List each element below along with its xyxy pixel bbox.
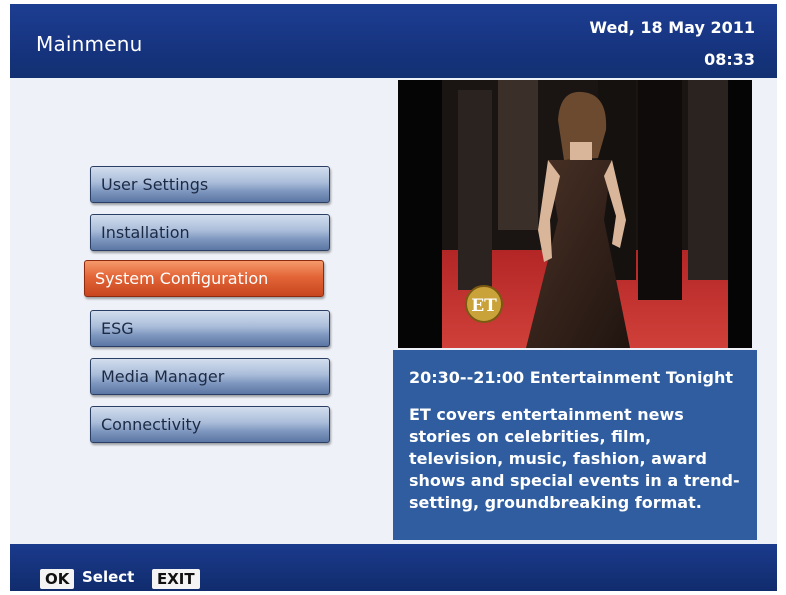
program-description: ET covers entertainment news stories on … xyxy=(409,405,740,512)
footer-bar: OK Select EXIT xyxy=(10,544,777,591)
video-frame-image: ET xyxy=(398,80,752,348)
video-preview: ET xyxy=(398,80,752,348)
ok-key-label: Select xyxy=(82,568,135,586)
program-info-panel: 20:30--21:00 Entertainment Tonight ET co… xyxy=(393,350,757,540)
menu-item-user-settings[interactable]: User Settings xyxy=(90,166,330,203)
et-logo-text: ET xyxy=(471,296,497,316)
date-display: Wed, 18 May 2011 xyxy=(589,18,755,37)
time-display: 08:33 xyxy=(704,50,755,69)
header-bar: Mainmenu Wed, 18 May 2011 08:33 xyxy=(10,4,777,78)
menu-item-system-configuration[interactable]: System Configuration xyxy=(84,260,324,297)
menu-item-media-manager[interactable]: Media Manager xyxy=(90,358,330,395)
menu-item-installation[interactable]: Installation xyxy=(90,214,330,251)
menu-item-esg[interactable]: ESG xyxy=(90,310,330,347)
ok-key-icon[interactable]: OK xyxy=(40,569,75,589)
exit-key-icon[interactable]: EXIT xyxy=(152,569,200,589)
program-time-title: 20:30--21:00 Entertainment Tonight xyxy=(409,368,734,387)
menu-item-connectivity[interactable]: Connectivity xyxy=(90,406,330,443)
page-title: Mainmenu xyxy=(36,32,143,56)
tv-screen: Mainmenu Wed, 18 May 2011 08:33 User Set… xyxy=(10,4,777,591)
